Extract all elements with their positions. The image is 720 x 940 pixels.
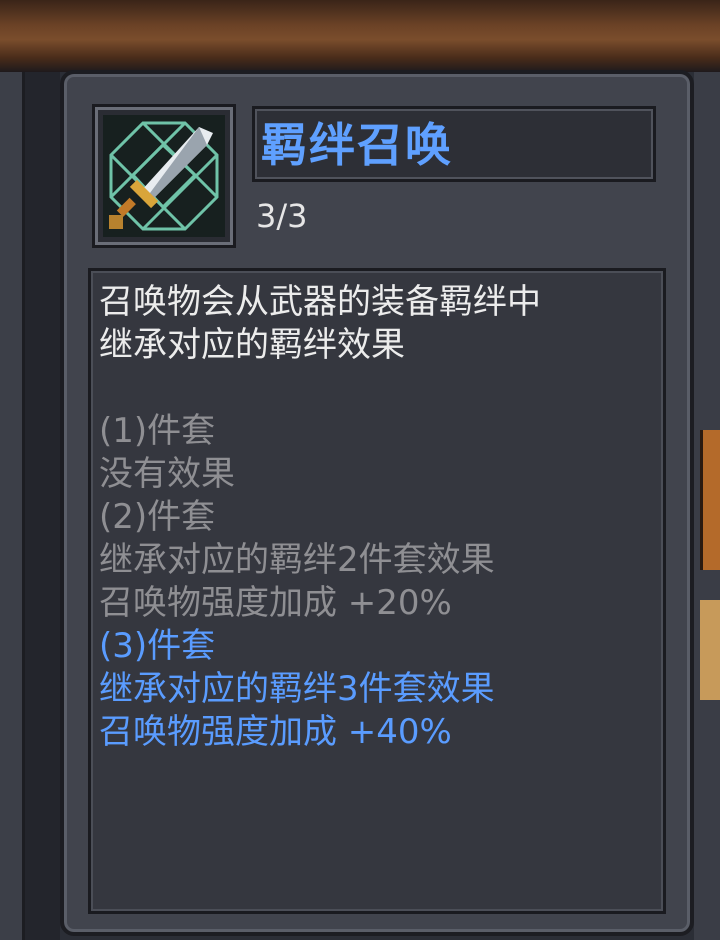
background-right-decor (700, 430, 720, 570)
tier-3-label: (3)件套 (99, 626, 216, 666)
tier-1-label: (1)件套 (99, 411, 216, 451)
tier-3-effect: 继承对应的羁绊3件套效果 (99, 669, 495, 709)
tier-1-effect: 没有效果 (99, 454, 235, 494)
skill-count: 3/3 (256, 197, 308, 235)
skill-description-box: 召唤物会从武器的装备羁绊中 继承对应的羁绊效果 (1)件套 没有效果 (2)件套… (88, 268, 666, 914)
description-line: 召唤物会从武器的装备羁绊中 (99, 282, 541, 322)
sword-icon (103, 115, 225, 237)
description-line: 继承对应的羁绊效果 (99, 325, 405, 365)
skill-title-box: 羁绊召唤 (252, 106, 656, 182)
tier-2-label: (2)件套 (99, 497, 216, 537)
skill-tooltip: 羁绊召唤 3/3 召唤物会从武器的装备羁绊中 继承对应的羁绊效果 (1)件套 没… (60, 70, 694, 936)
background-left-strip (25, 72, 60, 940)
tier-2-effect: 继承对应的羁绊2件套效果 (99, 540, 495, 580)
tier-2-bonus: 召唤物强度加成 +20% (99, 583, 452, 623)
skill-icon-frame (92, 104, 236, 248)
background-left-panel (0, 72, 25, 940)
background-right-decor-2 (700, 600, 720, 700)
tier-3-bonus: 召唤物强度加成 +40% (99, 712, 452, 752)
skill-title: 羁绊召唤 (261, 118, 453, 172)
background-wood-beam (0, 0, 720, 72)
